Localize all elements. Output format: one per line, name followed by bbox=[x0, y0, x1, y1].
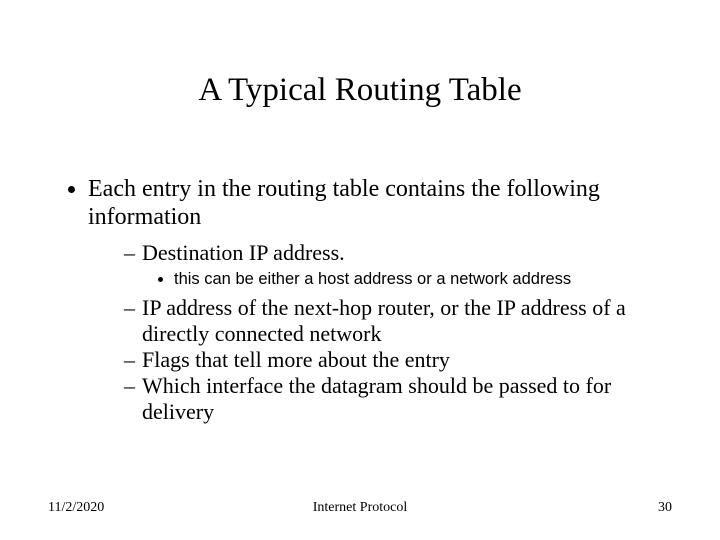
slide-body: Each entry in the routing table contains… bbox=[60, 175, 670, 425]
footer-page-number: 30 bbox=[658, 500, 672, 516]
sub-bullet-list: Destination IP address. this can be eith… bbox=[88, 240, 670, 425]
bullet-text: Flags that tell more about the entry bbox=[142, 347, 450, 372]
list-item: Each entry in the routing table contains… bbox=[88, 175, 670, 425]
list-item: IP address of the next-hop router, or th… bbox=[124, 295, 670, 347]
footer-subject: Internet Protocol bbox=[48, 500, 672, 516]
list-item: Flags that tell more about the entry bbox=[124, 347, 670, 373]
bullet-text: Which interface the datagram should be p… bbox=[142, 373, 611, 424]
bullet-text: this can be either a host address or a n… bbox=[174, 270, 571, 288]
bullet-text: Destination IP address. bbox=[142, 240, 345, 265]
list-item: Destination IP address. this can be eith… bbox=[124, 240, 670, 289]
list-item: Which interface the datagram should be p… bbox=[124, 373, 670, 425]
slide-title: A Typical Routing Table bbox=[0, 72, 720, 109]
bullet-list: Each entry in the routing table contains… bbox=[60, 175, 670, 425]
bullet-text: Each entry in the routing table contains… bbox=[88, 176, 600, 230]
bullet-text: IP address of the next-hop router, or th… bbox=[142, 295, 626, 346]
list-item: this can be either a host address or a n… bbox=[174, 270, 670, 289]
sub-sub-bullet-list: this can be either a host address or a n… bbox=[142, 270, 670, 289]
slide: A Typical Routing Table Each entry in th… bbox=[0, 0, 720, 540]
